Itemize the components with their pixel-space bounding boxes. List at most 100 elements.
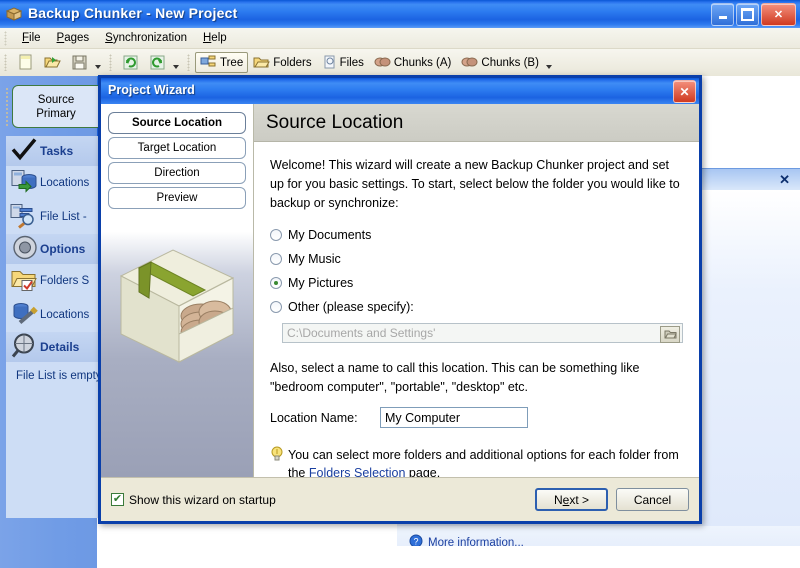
refresh-sync-icon-2[interactable] xyxy=(144,52,171,73)
next-button[interactable]: Ne xt > xyxy=(535,488,608,511)
radio-other-label: Other (please specify): xyxy=(288,300,414,314)
wizard-tip-text-after: page. xyxy=(405,466,441,477)
location-name-row: Location Name: My Computer xyxy=(270,407,683,428)
lightbulb-icon xyxy=(270,446,284,467)
next-button-accel: e xyxy=(562,492,570,507)
radio-my-music[interactable]: My Music xyxy=(270,247,683,271)
browse-folder-icon[interactable] xyxy=(660,326,680,343)
toolbar-tab-chunks-b[interactable]: Chunks (B) xyxy=(456,52,544,73)
menu-synchronization[interactable]: Synchronization xyxy=(97,30,195,46)
toolbar-tab-folders-label: Folders xyxy=(273,56,312,69)
toolbar-tab-tree-label: Tree xyxy=(220,56,244,69)
radio-my-documents-indicator[interactable] xyxy=(270,229,282,241)
sidebar-group-details-label: Details xyxy=(40,340,80,354)
save-disk-icon[interactable] xyxy=(66,52,93,73)
window-title: Backup Chunker - New Project xyxy=(28,5,238,21)
toolbar-grip-2[interactable] xyxy=(109,54,112,71)
wizard-tip: You can select more folders and addition… xyxy=(270,446,683,477)
radio-my-pictures[interactable]: My Pictures xyxy=(270,271,683,295)
path-input[interactable]: C:\Documents and Settings' xyxy=(282,323,683,343)
source-tab-grip[interactable] xyxy=(5,87,9,127)
new-document-icon[interactable] xyxy=(12,52,39,73)
radio-other-indicator[interactable] xyxy=(270,301,282,313)
toolbar-overflow-arrow-2[interactable] xyxy=(173,64,179,69)
dialog-title: Project Wizard xyxy=(108,83,195,97)
toolbar-grip-1[interactable] xyxy=(4,54,7,71)
toolbar-tab-files[interactable]: Files xyxy=(317,52,369,73)
menu-help[interactable]: Help xyxy=(195,30,235,46)
toolbar-tab-chunks-a[interactable]: Chunks (A) xyxy=(369,52,457,73)
next-button-label-post: xt > xyxy=(569,492,590,507)
radio-my-documents-label: My Documents xyxy=(288,228,372,242)
dialog-titlebar: Project Wizard ✕ xyxy=(101,78,699,104)
show-wizard-checkbox-label: Show this wizard on startup xyxy=(129,492,276,507)
location-name-input[interactable]: My Computer xyxy=(380,407,528,428)
path-input-placeholder: C:\Documents and Settings' xyxy=(287,326,436,340)
minimize-icon[interactable] xyxy=(711,3,734,26)
application-window: Backup Chunker - New Project ✕ FFileile … xyxy=(0,0,800,568)
project-wizard-dialog: Project Wizard ✕ Source Location Target … xyxy=(98,75,702,524)
radio-my-documents[interactable]: My Documents xyxy=(270,223,683,247)
maximize-icon[interactable] xyxy=(736,3,759,26)
radio-my-music-indicator[interactable] xyxy=(270,253,282,265)
sidebar-item-locations-options-label: Locations xyxy=(40,309,90,321)
close-icon[interactable]: ✕ xyxy=(761,3,796,26)
dialog-right-panel: Source Location Welcome! This wizard wil… xyxy=(254,104,699,477)
toolbar-tab-folders[interactable]: Folders xyxy=(248,52,316,73)
sidebar-item-file-list-label: File List - xyxy=(40,211,87,223)
folders-check-icon xyxy=(10,267,38,296)
cancel-button[interactable]: Cancel xyxy=(616,488,689,511)
page-title: Source Location xyxy=(254,104,699,142)
wizard-tab-direction[interactable]: Direction xyxy=(108,162,246,184)
wizard-tab-preview[interactable]: Preview xyxy=(108,187,246,209)
show-wizard-on-startup-row[interactable]: ✔ Show this wizard on startup xyxy=(111,493,276,507)
window-controls: ✕ xyxy=(711,3,796,26)
radio-other[interactable]: Other (please specify): xyxy=(270,295,683,319)
wizard-tab-target-location-label: Target Location xyxy=(137,142,217,154)
toolbar-grip-3[interactable] xyxy=(187,54,190,71)
radio-my-pictures-label: My Pictures xyxy=(288,276,354,290)
window-titlebar: Backup Chunker - New Project ✕ xyxy=(0,0,800,29)
magnifier-icon xyxy=(10,332,40,363)
toolbar-tab-chunks-b-label: Chunks (B) xyxy=(481,56,539,69)
dialog-close-icon[interactable]: ✕ xyxy=(673,80,696,103)
open-folder-icon[interactable] xyxy=(39,52,66,73)
sidebar-group-tasks-label: Tasks xyxy=(40,144,74,158)
next-button-label-pre: N xyxy=(553,492,563,507)
sidebar-item-locations-label: Locations xyxy=(40,177,90,189)
gear-icon xyxy=(10,234,40,265)
wizard-illustration xyxy=(101,216,253,477)
menubar: FFileile Pages Synchronization Help xyxy=(0,28,800,49)
wizard-tab-source-location[interactable]: Source Location xyxy=(108,112,246,134)
document-panel-close-icon[interactable]: ✕ xyxy=(779,172,790,188)
path-input-row: C:\Documents and Settings' xyxy=(282,323,683,343)
location-name-label: Location Name: xyxy=(270,410,358,425)
refresh-sync-icon-1[interactable] xyxy=(117,52,144,73)
toolbar-overflow-arrow-1[interactable] xyxy=(95,64,101,69)
toolbar-tab-chunks-a-label: Chunks (A) xyxy=(393,56,452,69)
toolbar: Tree Folders Files Chunks (A) Chunks (B) xyxy=(0,49,800,77)
toolbar-tab-tree[interactable]: Tree xyxy=(195,52,249,73)
folders-selection-link[interactable]: Folders Selection xyxy=(309,466,406,477)
source-tab-line1: Source xyxy=(37,93,75,106)
menu-pages[interactable]: Pages xyxy=(49,30,98,46)
wizard-step-tabs: Source Location Target Location Directio… xyxy=(101,104,253,209)
dialog-left-panel: Source Location Target Location Directio… xyxy=(101,104,254,477)
toolbar-tab-files-label: Files xyxy=(339,56,364,69)
package-icon xyxy=(5,6,23,22)
source-primary-tab[interactable]: Source Primary xyxy=(12,85,100,128)
menu-file[interactable]: FFileile xyxy=(14,30,49,46)
wizard-tab-preview-label: Preview xyxy=(156,192,198,204)
locations-tools-icon xyxy=(10,301,38,330)
toolbar-overflow-arrow-3[interactable] xyxy=(545,64,552,69)
wizard-tab-target-location[interactable]: Target Location xyxy=(108,137,246,159)
menubar-grip[interactable] xyxy=(4,31,7,46)
show-wizard-checkbox[interactable]: ✔ xyxy=(111,493,124,506)
checkmark-icon xyxy=(10,138,38,165)
radio-my-pictures-indicator[interactable] xyxy=(270,277,282,289)
svg-text:?: ? xyxy=(413,537,418,547)
radio-my-music-label: My Music xyxy=(288,252,341,266)
wizard-intro-text: Welcome! This wizard will create a new B… xyxy=(270,158,680,210)
sidebar-group-options-label: Options xyxy=(40,242,86,256)
wizard-page-content: Welcome! This wizard will create a new B… xyxy=(254,142,699,477)
